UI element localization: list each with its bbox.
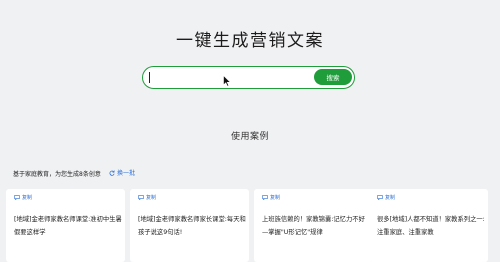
copy-icon bbox=[138, 195, 144, 200]
search-button[interactable]: 搜索 bbox=[314, 69, 352, 85]
example-text: [地域]金老师家教名师课堂:准初中生暑假要这样学 bbox=[14, 216, 122, 236]
copy-button[interactable]: 复制 bbox=[138, 194, 156, 201]
example-card[interactable]: 复制 很多[地域]人都不知道！家教系列之一:注重家庭、注重家教 bbox=[369, 189, 488, 262]
example-card[interactable]: 复制 [地域]金老师家教名师课堂:准初中生暑假要这样学 bbox=[6, 189, 125, 262]
copy-label: 复制 bbox=[385, 195, 396, 201]
search-bar: 搜索 bbox=[142, 66, 355, 89]
mouse-pointer-icon bbox=[223, 75, 231, 87]
copy-icon bbox=[14, 195, 20, 200]
section-title: 使用案例 bbox=[230, 132, 269, 142]
copy-label: 复制 bbox=[146, 195, 157, 201]
copy-icon bbox=[377, 195, 383, 200]
example-text: 上班族信赖的！家教锦囊:记忆力不好—掌握"U形记忆"规律 bbox=[262, 216, 365, 236]
refresh-button[interactable]: 换一批 bbox=[109, 168, 135, 177]
copy-label: 复制 bbox=[270, 195, 281, 201]
example-card[interactable]: 复制 [地域]金老师家教名师家长课堂:每天和孩子说这9句话! bbox=[130, 189, 249, 262]
example-card[interactable]: 复制 上班族信赖的！家教锦囊:记忆力不好—掌握"U形记忆"规律 bbox=[254, 189, 373, 262]
page: 一键生成营销文案 搜索 使用案例 基于家庭教育，为您生成8条创意 换一批 复制 … bbox=[0, 0, 500, 262]
copy-button[interactable]: 复制 bbox=[262, 194, 280, 201]
text-caret bbox=[149, 72, 150, 83]
copy-label: 复制 bbox=[22, 195, 33, 201]
refresh-label: 换一批 bbox=[117, 170, 136, 177]
copy-button[interactable]: 复制 bbox=[14, 194, 32, 201]
example-cards: 复制 [地域]金老师家教名师课堂:准初中生暑假要这样学 复制 [地域]金老师家教… bbox=[6, 189, 500, 262]
copy-icon bbox=[262, 195, 268, 200]
example-text: 很多[地域]人都不知道！家教系列之一:注重家庭、注重家教 bbox=[377, 216, 485, 236]
refresh-icon bbox=[109, 170, 115, 176]
example-text: [地域]金老师家教名师家长课堂:每天和孩子说这9句话! bbox=[138, 216, 246, 236]
examples-subheading: 基于家庭教育，为您生成8条创意 bbox=[13, 171, 101, 178]
page-title: 一键生成营销文案 bbox=[176, 31, 324, 51]
copy-button[interactable]: 复制 bbox=[377, 194, 395, 201]
